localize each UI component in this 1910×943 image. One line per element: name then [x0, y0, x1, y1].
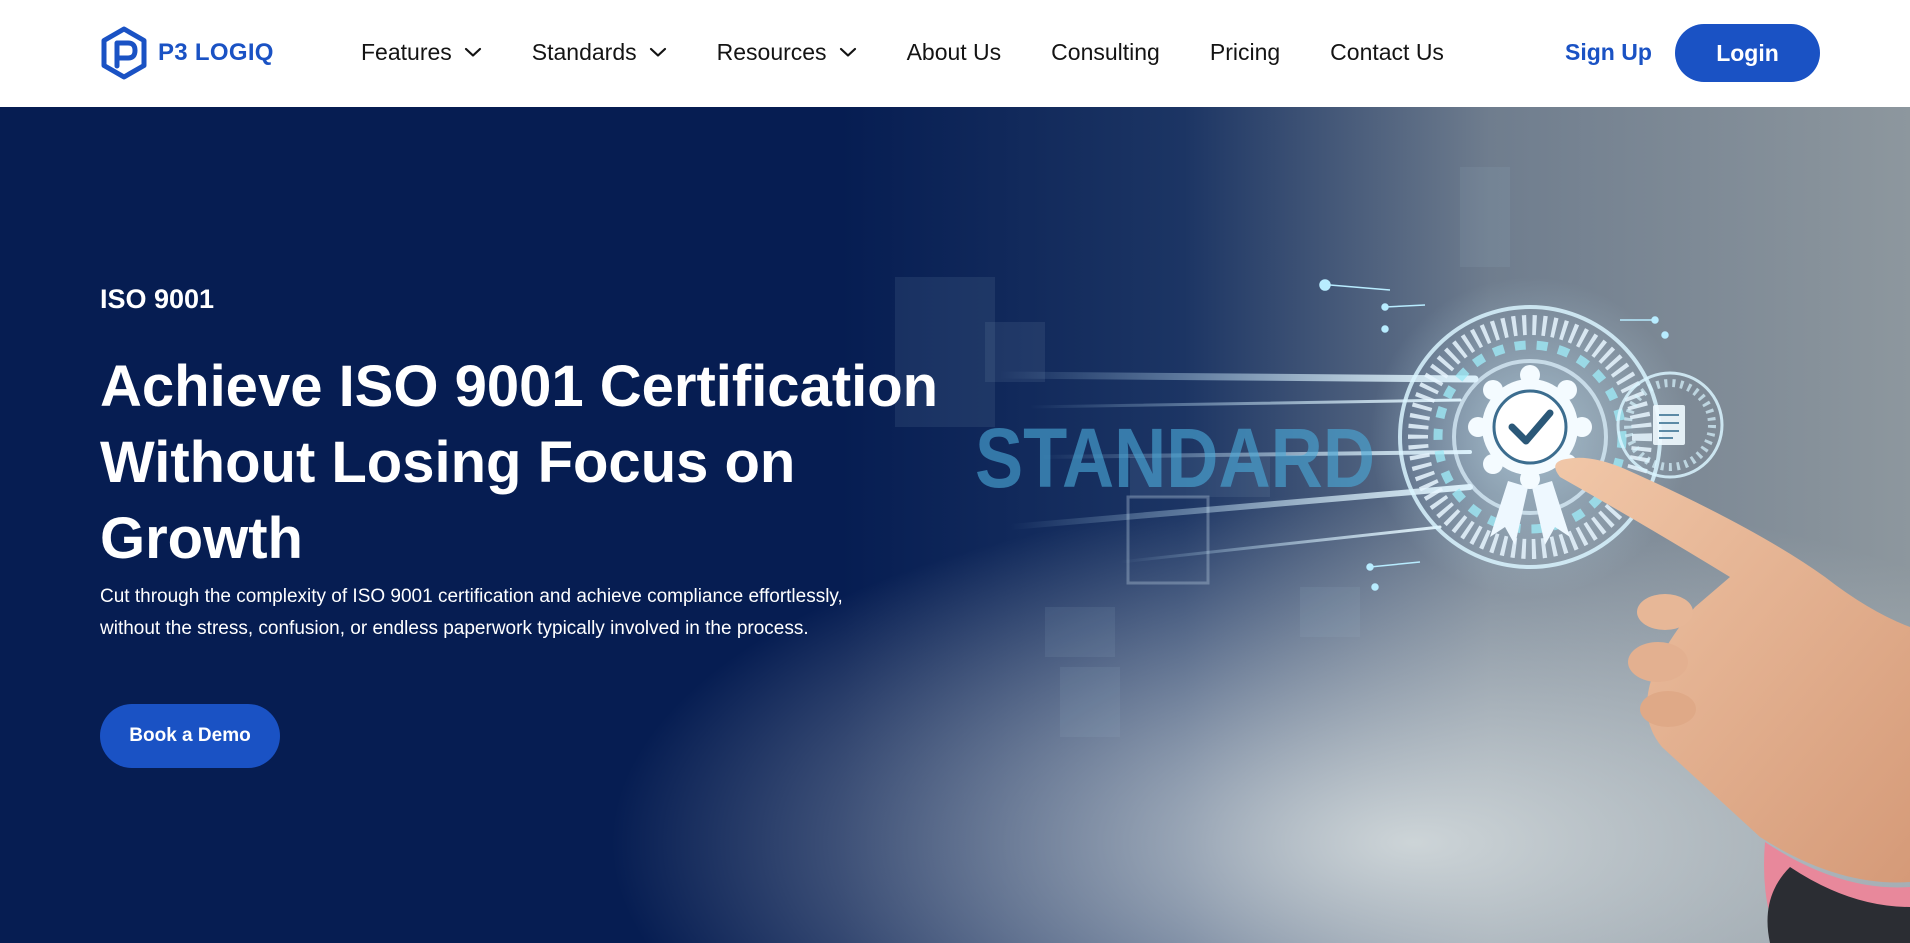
logo-link[interactable]: P3 LOGIQ — [100, 26, 274, 80]
chevron-down-icon — [649, 47, 666, 57]
nav-item-consulting[interactable]: Consulting — [1051, 39, 1160, 66]
book-demo-button[interactable]: Book a Demo — [100, 704, 280, 768]
chevron-down-icon — [839, 47, 856, 57]
nav-item-about-us[interactable]: About Us — [907, 39, 1002, 66]
nav-item-standards[interactable]: Standards — [532, 39, 667, 66]
brand-name: P3 LOGIQ — [158, 39, 274, 66]
nav-item-resources[interactable]: Resources — [717, 39, 857, 66]
sign-up-link[interactable]: Sign Up — [1565, 34, 1652, 70]
nav-item-label: Consulting — [1051, 38, 1160, 65]
certificate-badge-checkmark-icon — [1370, 277, 1690, 597]
login-button[interactable]: Login — [1675, 24, 1820, 82]
nav-item-contact-us[interactable]: Contact Us — [1330, 39, 1444, 66]
standard-overlay-word: STANDARD — [975, 411, 1375, 505]
nav-item-label: Resources — [716, 38, 827, 65]
nav-item-label: Contact Us — [1330, 38, 1444, 65]
hero-eyebrow: ISO 9001 — [100, 284, 215, 314]
nav-item-label: About Us — [906, 38, 1002, 65]
nav-item-label: Pricing — [1209, 38, 1281, 65]
nav-item-label: Standards — [531, 38, 637, 65]
hero-subtext: Cut through the complexity of ISO 9001 c… — [100, 586, 843, 639]
nav-item-features[interactable]: Features — [361, 39, 482, 66]
nav-item-pricing[interactable]: Pricing — [1210, 39, 1280, 66]
hero-section: STANDARD ISO 9001 Achieve ISO 9001 Certi… — [0, 107, 1910, 943]
hexagon-p-logo-icon — [101, 26, 147, 80]
hero-headline: Achieve ISO 9001 Certification Without L… — [100, 354, 939, 571]
main-nav: Features Standards Resources About Us Co… — [361, 34, 1444, 70]
nav-item-label: Features — [361, 38, 452, 65]
site-header: P3 LOGIQ Features Standards Resources Ab… — [0, 0, 1910, 107]
chevron-down-icon — [464, 47, 481, 57]
